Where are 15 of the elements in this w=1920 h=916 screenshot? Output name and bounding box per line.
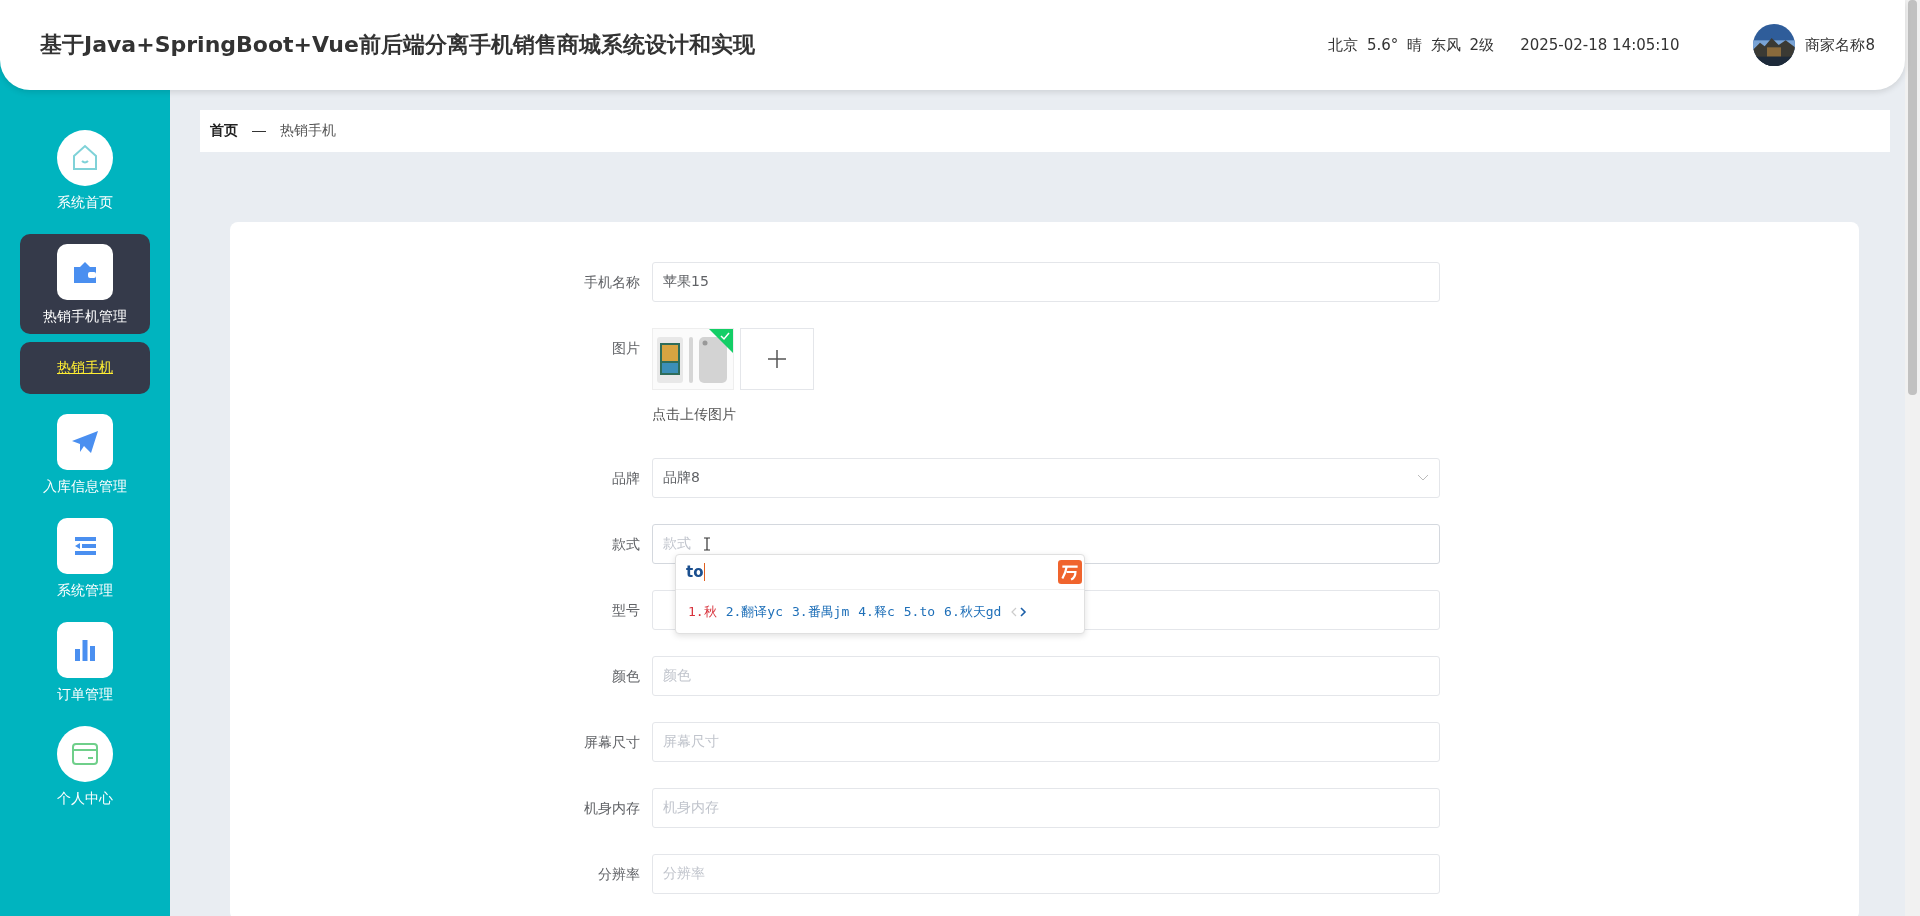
datetime-text: 2025-02-18 14:05:10 (1520, 36, 1680, 54)
ime-input-text: to (686, 563, 706, 581)
field-label: 品牌 (611, 469, 640, 488)
field-label: 屏幕尺寸 (583, 733, 640, 752)
field-label: 分辨率 (597, 865, 640, 884)
field-label: 机身内存 (583, 799, 640, 818)
field-label: 图片 (611, 339, 640, 358)
field-label: 手机名称 (583, 273, 640, 292)
upload-hint: 点击上传图片 (652, 405, 736, 424)
field-label: 款式 (611, 535, 640, 554)
user-name: 商家名称8 (1805, 35, 1875, 55)
field-label: 型号 (611, 601, 640, 620)
app-title: 基于Java+SpringBoot+Vue前后端分离手机销售商城系统设计和实现 (40, 31, 756, 59)
field-label: 颜色 (611, 667, 640, 686)
weather-text: 北京 5.6° 晴 东风 2级 (1328, 35, 1495, 55)
